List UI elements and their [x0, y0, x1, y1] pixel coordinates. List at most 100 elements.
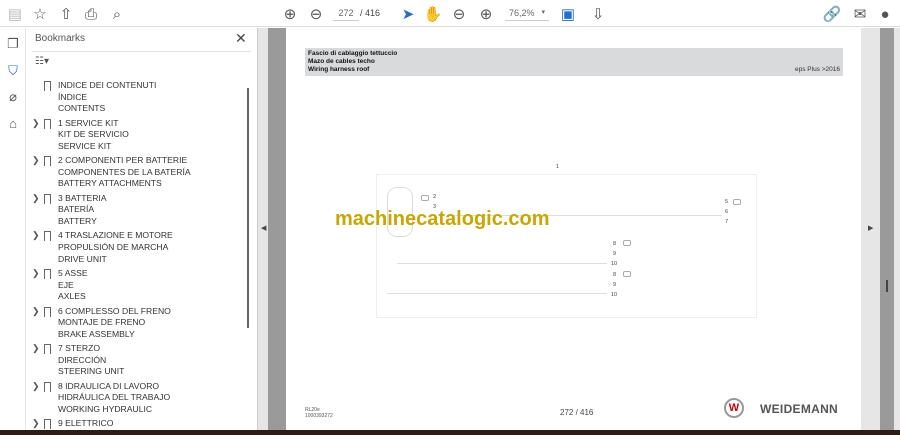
- bookmark-label: BATTERY: [58, 215, 97, 226]
- minus-circle-icon[interactable]: ⊖: [449, 4, 469, 24]
- bookmark-item[interactable]: ❯ 7 STERZO DIRECCIÓN STEERING UNIT: [26, 343, 246, 381]
- bookmark-label: INDICE DEI CONTENUTI: [58, 80, 157, 90]
- bookmark-icon[interactable]: ⛉: [4, 63, 22, 81]
- part-drawing: [623, 240, 631, 246]
- scrollbar-thumb[interactable]: [880, 28, 894, 430]
- part-drawing: [421, 195, 429, 201]
- chevron-right-icon[interactable]: ❯: [32, 193, 40, 205]
- cloud-upload-icon[interactable]: ⇧: [56, 4, 76, 24]
- document-scrollbar[interactable]: [880, 28, 900, 430]
- tag-icon[interactable]: ⌂: [4, 116, 22, 134]
- part-label: 10: [611, 261, 618, 267]
- bookmark-item[interactable]: ❯ 5 ASSE EJE AXLES: [26, 268, 246, 306]
- chevron-down-icon: ▾: [541, 9, 545, 16]
- bookmark-flag-icon: [44, 156, 51, 167]
- toolbar: ▤ ☆ ⇧ ⎙ ⌕ ⊕ ⊖ / 416 ➤ ✋ ⊖ ⊕ 76,2% ▾ ▣ ⇩ 🔗…: [0, 0, 900, 27]
- save-icon[interactable]: ▤: [5, 4, 25, 24]
- weidemann-logo: W: [724, 398, 744, 418]
- chevron-right-icon[interactable]: ❯: [32, 268, 40, 280]
- mail-icon[interactable]: ✉: [850, 4, 870, 24]
- page-header: Fascio di cablaggio tettuccio Mazo de ca…: [305, 48, 843, 76]
- part-label: 7: [725, 219, 729, 225]
- print-icon[interactable]: ⎙: [81, 4, 101, 24]
- part-drawing: [623, 271, 631, 277]
- left-rail: ❐ ⛉ ⌀ ⌂: [0, 28, 26, 430]
- account-icon[interactable]: ●: [875, 4, 895, 24]
- part-drawing: [733, 199, 741, 205]
- part-label: 5: [725, 199, 729, 205]
- search-icon[interactable]: ⌕: [107, 4, 127, 24]
- bookmark-item[interactable]: ❯ 4 TRASLAZIONE E MOTORE PROPULSIÓN DE MAR…: [26, 230, 246, 268]
- chevron-right-icon[interactable]: ❯: [32, 230, 40, 242]
- bookmarks-panel: Bookmarks ✕ ☷▾ INDICE DEI CONTENUTI ÍNDIC…: [26, 28, 258, 430]
- part-label: 2: [433, 194, 437, 200]
- watermark: machinecatalogic.com: [335, 208, 550, 230]
- share-link-icon[interactable]: 🔗: [822, 4, 842, 24]
- bookmark-label: 4 TRASLAZIONE E MOTORE: [58, 230, 173, 241]
- part-label: 10: [611, 292, 618, 298]
- bookmark-flag-icon: [44, 118, 51, 129]
- chevron-right-icon[interactable]: ❯: [32, 118, 40, 130]
- bookmark-item[interactable]: ❯ 8 IDRAULICA DI LAVORO HIDRÁULICA DEL TRA…: [26, 381, 246, 419]
- header-model: eps Plus >2016: [795, 66, 840, 73]
- wire-line: [387, 293, 607, 294]
- part-label: 9: [613, 251, 617, 257]
- chevron-right-icon[interactable]: ❯: [32, 418, 40, 430]
- bookmark-label: ÍNDICE: [58, 91, 88, 102]
- footer-page-number: 272 / 416: [560, 408, 594, 417]
- page-total: / 416: [360, 8, 381, 18]
- bookmark-label: MONTAJE DE FRENO: [58, 317, 146, 328]
- chevron-right-icon[interactable]: ❯: [32, 306, 40, 318]
- chevron-right-icon[interactable]: ❯: [32, 343, 40, 355]
- star-icon[interactable]: ☆: [30, 4, 50, 24]
- footer-info: RL20e 1000393272: [305, 407, 333, 419]
- taskbar: [0, 430, 900, 435]
- page-fit-icon[interactable]: ▣: [558, 4, 578, 24]
- chevron-right-icon[interactable]: ❯: [32, 381, 40, 393]
- scrollbar-thumb[interactable]: [247, 88, 249, 328]
- options-menu-icon[interactable]: ☷▾: [35, 56, 49, 67]
- bookmark-label: 3 BATTERIA: [58, 192, 107, 203]
- pdf-page: Fascio di cablaggio tettuccio Mazo de ca…: [286, 28, 861, 430]
- bookmark-item[interactable]: INDICE DEI CONTENUTI ÍNDICE CONTENTS: [26, 80, 246, 118]
- plus-circle-icon[interactable]: ⊕: [476, 4, 496, 24]
- bookmark-label: DRIVE UNIT: [58, 253, 107, 264]
- scroll-mode-icon[interactable]: ⇩: [588, 4, 608, 24]
- bookmark-label: COMPONENTES DE LA BATERÍA: [58, 166, 191, 177]
- part-label: 9: [613, 282, 617, 288]
- attachment-icon[interactable]: ⌀: [4, 89, 22, 107]
- arrow-up-circle-icon[interactable]: ⊕: [280, 4, 300, 24]
- close-icon[interactable]: ✕: [235, 30, 247, 47]
- bookmark-label: PROPULSIÓN DE MARCHA: [58, 241, 169, 252]
- part-label: 8: [613, 241, 617, 247]
- wiring-diagram: 2 3 5 6 7 8 9 10 8 9 10: [376, 174, 757, 318]
- bookmark-item[interactable]: ❯ 1 SERVICE KIT KIT DE SERVICIO SERVICE KIT: [26, 118, 246, 156]
- bookmark-item[interactable]: ❯ 6 COMPLESSO DEL FRENO MONTAJE DE FRENO BR…: [26, 306, 246, 344]
- bookmark-flag-icon: [44, 193, 51, 204]
- bookmark-label: 1 SERVICE KIT: [58, 117, 119, 128]
- zoom-select[interactable]: 76,2% ▾: [505, 5, 549, 21]
- bookmark-label: CONTENTS: [58, 103, 106, 114]
- collapse-panel-icon[interactable]: ◀: [261, 224, 266, 232]
- scrollbar[interactable]: [245, 84, 251, 430]
- bookmark-flag-icon: [44, 268, 51, 279]
- pages-icon[interactable]: ❐: [4, 36, 22, 54]
- part-label: 6: [725, 209, 729, 215]
- footer-code: 1000393272: [305, 413, 333, 419]
- bookmark-label: EJE: [58, 279, 74, 290]
- expand-panel-icon[interactable]: ▶: [868, 224, 873, 232]
- arrow-down-circle-icon[interactable]: ⊖: [306, 4, 326, 24]
- bookmark-item[interactable]: ❯ 9 ELETTRICO: [26, 418, 246, 430]
- bookmark-label: STEERING UNIT: [58, 366, 125, 377]
- bookmark-label: DIRECCIÓN: [58, 354, 107, 365]
- pointer-icon[interactable]: ➤: [398, 4, 418, 24]
- bookmark-item[interactable]: ❯ 2 COMPONENTI PER BATTERIE COMPONENTES DE…: [26, 155, 246, 193]
- bookmark-label: 6 COMPLESSO DEL FRENO: [58, 305, 171, 316]
- hand-icon[interactable]: ✋: [423, 4, 443, 24]
- chevron-right-icon[interactable]: ❯: [32, 155, 40, 167]
- part-label: 8: [613, 272, 617, 278]
- page-number-input[interactable]: [333, 5, 359, 21]
- bookmark-flag-icon: [44, 381, 51, 392]
- bookmark-label: BRAKE ASSEMBLY: [58, 328, 135, 339]
- bookmark-item[interactable]: ❯ 3 BATTERIA BATERÍA BATTERY: [26, 193, 246, 231]
